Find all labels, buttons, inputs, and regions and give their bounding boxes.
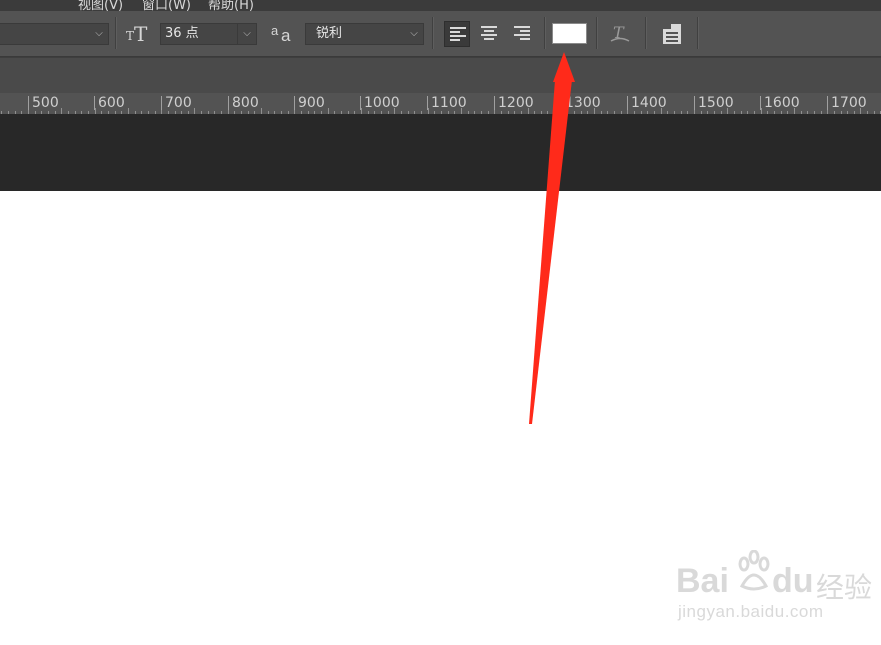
watermark-logo-latin: Bai xyxy=(676,562,729,600)
watermark-logo-latin-2: du xyxy=(772,562,814,600)
arrow-head xyxy=(553,52,575,82)
watermark-logo-cn: 经验 xyxy=(816,571,873,604)
watermark-url: jingyan.baidu.com xyxy=(678,602,824,621)
baidu-jingyan-watermark: Bai du 经验 jingyan.baidu.com xyxy=(676,548,876,628)
baidu-paw-icon xyxy=(738,550,770,591)
